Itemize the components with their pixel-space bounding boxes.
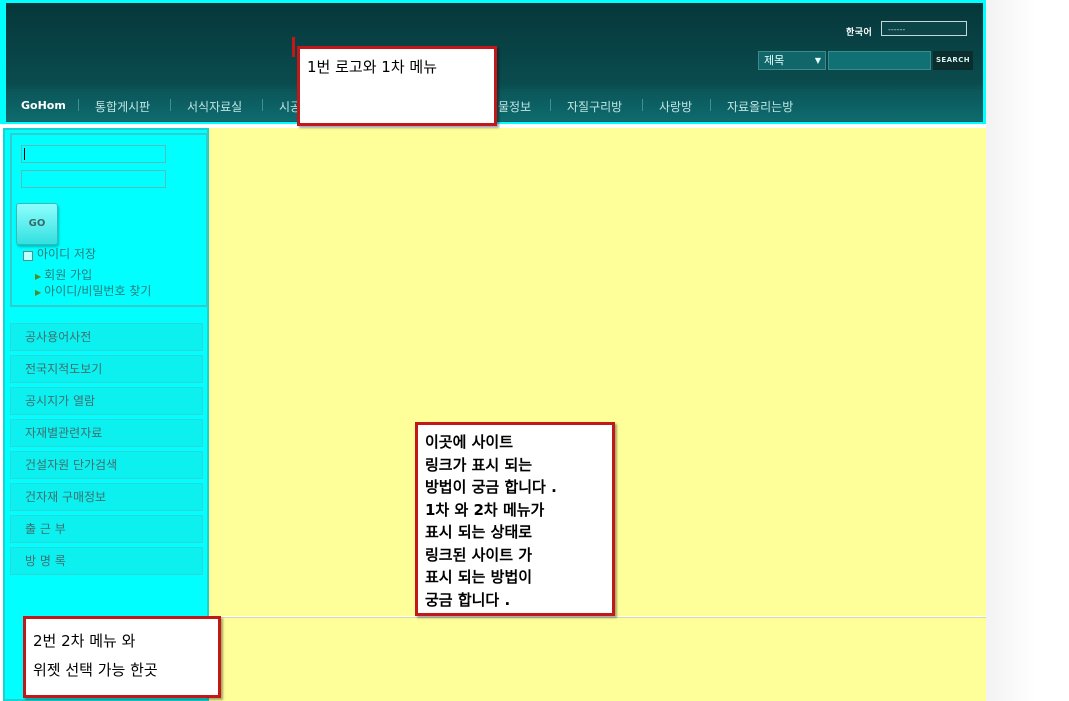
sidebar-item-guestbook[interactable]: 방 명 록 bbox=[10, 547, 203, 575]
nav-item-upload[interactable]: 자료올리는방 bbox=[727, 98, 793, 115]
callout-line: 표시 되는 상태로 bbox=[425, 523, 533, 541]
nav-separator bbox=[642, 99, 643, 111]
search-input[interactable] bbox=[828, 51, 931, 70]
callout-header-note: 1번 로고와 1차 메뉴 bbox=[297, 46, 497, 126]
find-account-link-label: 아이디/비밀번호 찾기 bbox=[44, 284, 152, 298]
login-go-button[interactable]: GO bbox=[16, 203, 58, 245]
save-id-checkbox[interactable] bbox=[23, 251, 33, 261]
password-field[interactable] bbox=[21, 170, 166, 188]
find-account-link[interactable]: ▶ 아이디/비밀번호 찾기 bbox=[35, 282, 151, 299]
callout-header-text: 1번 로고와 1차 메뉴 bbox=[307, 58, 437, 76]
sidebar-item-cadastral-map[interactable]: 전국지적도보기 bbox=[10, 355, 203, 383]
chevron-down-icon: ▼ bbox=[814, 56, 821, 65]
callout-line: 표시 되는 방법이 bbox=[425, 568, 533, 586]
callout-line: 링크된 사이트 가 bbox=[425, 545, 533, 564]
callout-line: 궁금 합니다 . bbox=[425, 590, 511, 609]
sidebar-item-purchase-info[interactable]: 건자재 구매정보 bbox=[10, 483, 203, 511]
nav-item-board[interactable]: 통합게시판 bbox=[95, 98, 150, 115]
nav-item-home[interactable]: GoHom bbox=[21, 99, 66, 112]
page-right-margin bbox=[986, 0, 1069, 701]
callout-sidebar-note: 2번 2차 메뉴 와 위젯 선택 가능 한곳 bbox=[23, 616, 221, 698]
nav-separator bbox=[710, 99, 711, 111]
callout-line: 위젯 선택 가능 한곳 bbox=[33, 661, 158, 679]
callout-pointer bbox=[292, 37, 295, 57]
callout-line: 이곳에 사이트 bbox=[425, 433, 514, 451]
search-type-value: 제목 bbox=[764, 54, 785, 67]
nav-separator bbox=[550, 99, 551, 111]
language-select[interactable]: ------ bbox=[881, 21, 967, 36]
nav-item-material-info[interactable]: 물정보 bbox=[498, 98, 531, 115]
search-type-select[interactable]: 제목 ▼ bbox=[758, 51, 826, 70]
login-box: GO 아이디 저장 ▶ 회원 가입 ▶ 아이디/비밀번호 찾기 bbox=[10, 133, 208, 307]
sidebar-item-unit-price[interactable]: 건설자원 단가검색 bbox=[10, 451, 203, 479]
callout-content-note: 이곳에 사이트 링크가 표시 되는 방법이 궁금 합니다 . 1차 와 2차 메… bbox=[415, 422, 615, 616]
callout-line: 2번 2차 메뉴 와 bbox=[33, 632, 136, 650]
signup-link-label: 회원 가입 bbox=[44, 268, 93, 282]
nav-item-lounge[interactable]: 사랑방 bbox=[659, 98, 692, 115]
username-field[interactable] bbox=[21, 145, 166, 163]
signup-link[interactable]: ▶ 회원 가입 bbox=[35, 266, 92, 283]
nav-item-forms[interactable]: 서식자료실 bbox=[187, 98, 242, 115]
arrow-right-icon: ▶ bbox=[35, 288, 42, 297]
sidebar-item-materials[interactable]: 자재별관련자료 bbox=[10, 419, 203, 447]
save-id-label: 아이디 저장 bbox=[37, 247, 97, 261]
language-label: 한국어 bbox=[846, 28, 873, 38]
sidebar-item-attendance[interactable]: 출 근 부 bbox=[10, 515, 203, 543]
arrow-right-icon: ▶ bbox=[35, 272, 42, 281]
sidebar-item-glossary[interactable]: 공사용어사전 bbox=[10, 323, 203, 351]
nav-separator bbox=[170, 99, 171, 111]
callout-line: 1차 와 2차 메뉴가 bbox=[425, 500, 545, 519]
callout-line: 방법이 궁금 합니다 . bbox=[425, 478, 557, 496]
search-button[interactable]: SEARCH bbox=[933, 51, 973, 70]
nav-separator bbox=[78, 99, 79, 111]
nav-separator bbox=[262, 99, 263, 111]
nav-item-misc[interactable]: 자질구리방 bbox=[567, 98, 622, 115]
text-caret bbox=[24, 148, 25, 160]
sidebar-item-land-price[interactable]: 공시지가 열람 bbox=[10, 387, 203, 415]
callout-line: 링크가 표시 되는 bbox=[425, 455, 533, 474]
footer-content-area bbox=[209, 617, 986, 701]
